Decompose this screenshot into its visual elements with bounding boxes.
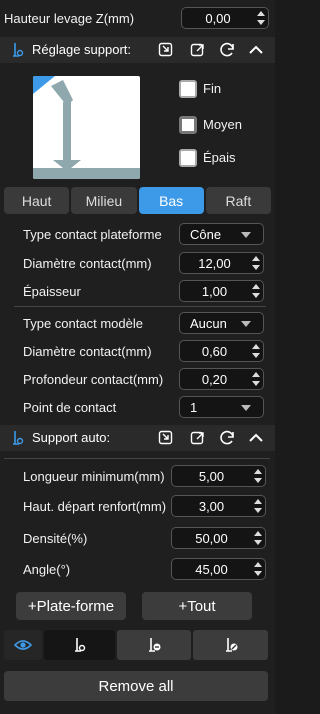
platform-contact-type-value: Cône (190, 226, 222, 242)
dropdown-caret-icon (241, 232, 251, 238)
eye-icon (14, 640, 32, 650)
option-fin-label: Fin (203, 81, 222, 96)
contact-point-label: Point de contact (23, 400, 117, 415)
model-contact-type-label: Type contact modèle (23, 316, 143, 331)
platform-diameter-value: 12,00 (198, 255, 231, 271)
spinner-arrows-icon[interactable] (254, 469, 262, 483)
angle-label: Angle(°) (23, 562, 71, 577)
model-diameter-value: 0,60 (201, 343, 228, 359)
support-section-tabs: Haut Milieu Bas Raft (4, 187, 271, 214)
import-icon[interactable] (158, 42, 174, 58)
tab-bas[interactable]: Bas (138, 187, 204, 214)
support-pin-icon (13, 431, 24, 445)
model-contact-type-select[interactable]: Aucun (179, 312, 264, 334)
contact-point-select[interactable]: 1 (179, 396, 264, 418)
support-panel: Hauteur levage Z(mm) 0,00 Réglage suppor… (0, 0, 275, 714)
remove-all-button[interactable]: Remove all (4, 671, 268, 701)
platform-diameter-input[interactable]: 12,00 (179, 252, 264, 274)
tab-haut[interactable]: Haut (4, 187, 70, 214)
support-remove-icon (149, 638, 161, 652)
support-add-icon (75, 638, 86, 652)
option-moyen-checkbox[interactable] (179, 116, 197, 134)
auto-support-header: Support auto: (0, 425, 275, 451)
refresh-icon[interactable] (220, 430, 236, 446)
export-icon[interactable] (190, 42, 206, 58)
platform-thickness-value: 1,00 (201, 283, 228, 299)
support-pin-icon (13, 43, 24, 57)
spinner-arrows-icon[interactable] (252, 344, 260, 358)
dropdown-caret-icon (241, 405, 251, 411)
option-fin-checkbox[interactable] (179, 80, 197, 98)
model-depth-value: 0,20 (201, 371, 228, 387)
support-settings-header: Réglage support: (0, 37, 275, 63)
platform-thickness-input[interactable]: 1,00 (179, 280, 264, 302)
lift-height-value: 0,00 (205, 10, 231, 26)
model-diameter-label: Diamètre contact(mm) (23, 344, 152, 359)
platform-contact-type-label: Type contact plateforme (23, 227, 162, 242)
angle-value: 45,00 (195, 561, 228, 577)
model-depth-input[interactable]: 0,20 (179, 368, 264, 390)
platform-diameter-label: Diamètre contact(mm) (23, 256, 152, 271)
divider (14, 306, 266, 307)
reinforce-start-label: Haut. départ renfort(mm) (23, 499, 167, 514)
angle-input[interactable]: 45,00 (171, 558, 266, 580)
refresh-icon[interactable] (220, 42, 236, 58)
tab-milieu[interactable]: Milieu (71, 187, 137, 214)
tab-raft[interactable]: Raft (205, 187, 271, 214)
platform-contact-type-select[interactable]: Cône (179, 223, 264, 245)
platform-thickness-label: Épaisseur (23, 284, 81, 299)
import-icon[interactable] (158, 430, 174, 446)
spinner-arrows-icon[interactable] (252, 284, 260, 298)
min-length-value: 5,00 (198, 468, 225, 484)
visibility-toggle[interactable] (4, 630, 42, 660)
collapse-icon[interactable] (248, 430, 264, 446)
edit-support-tool[interactable] (193, 630, 268, 660)
spinner-arrows-icon[interactable] (257, 11, 265, 25)
auto-support-title: Support auto: (32, 430, 111, 445)
support-preview-image (33, 76, 140, 179)
contact-point-value: 1 (190, 399, 198, 415)
lift-height-label: Hauteur levage Z(mm) (4, 11, 135, 26)
density-label: Densité(%) (23, 531, 88, 546)
option-epais-checkbox[interactable] (179, 149, 197, 167)
spinner-arrows-icon[interactable] (254, 531, 262, 545)
density-input[interactable]: 50,00 (171, 527, 266, 549)
option-moyen-label: Moyen (203, 117, 243, 132)
model-diameter-input[interactable]: 0,60 (179, 340, 264, 362)
spinner-arrows-icon[interactable] (252, 372, 260, 386)
min-length-label: Longueur minimum(mm) (23, 469, 165, 484)
spinner-arrows-icon[interactable] (252, 256, 260, 270)
lift-height-input[interactable]: 0,00 (181, 7, 269, 29)
add-all-support-button[interactable]: +Tout (142, 592, 252, 620)
dropdown-caret-icon (241, 321, 251, 327)
divider (4, 458, 270, 459)
support-edit-icon (226, 638, 238, 652)
reinforce-start-value: 3,00 (198, 498, 225, 514)
add-platform-support-button[interactable]: +Plate-forme (16, 592, 126, 620)
export-icon[interactable] (190, 430, 206, 446)
option-epais-label: Épais (203, 150, 236, 165)
min-length-input[interactable]: 5,00 (171, 465, 266, 487)
support-settings-title: Réglage support: (32, 42, 132, 57)
density-value: 50,00 (195, 530, 228, 546)
collapse-icon[interactable] (248, 42, 264, 58)
remove-support-tool[interactable] (117, 630, 191, 660)
add-support-tool[interactable] (44, 630, 115, 660)
reinforce-start-input[interactable]: 3,00 (171, 495, 266, 517)
model-contact-type-value: Aucun (190, 315, 227, 331)
model-depth-label: Profondeur contact(mm) (23, 372, 164, 387)
spinner-arrows-icon[interactable] (254, 562, 262, 576)
spinner-arrows-icon[interactable] (254, 499, 262, 513)
